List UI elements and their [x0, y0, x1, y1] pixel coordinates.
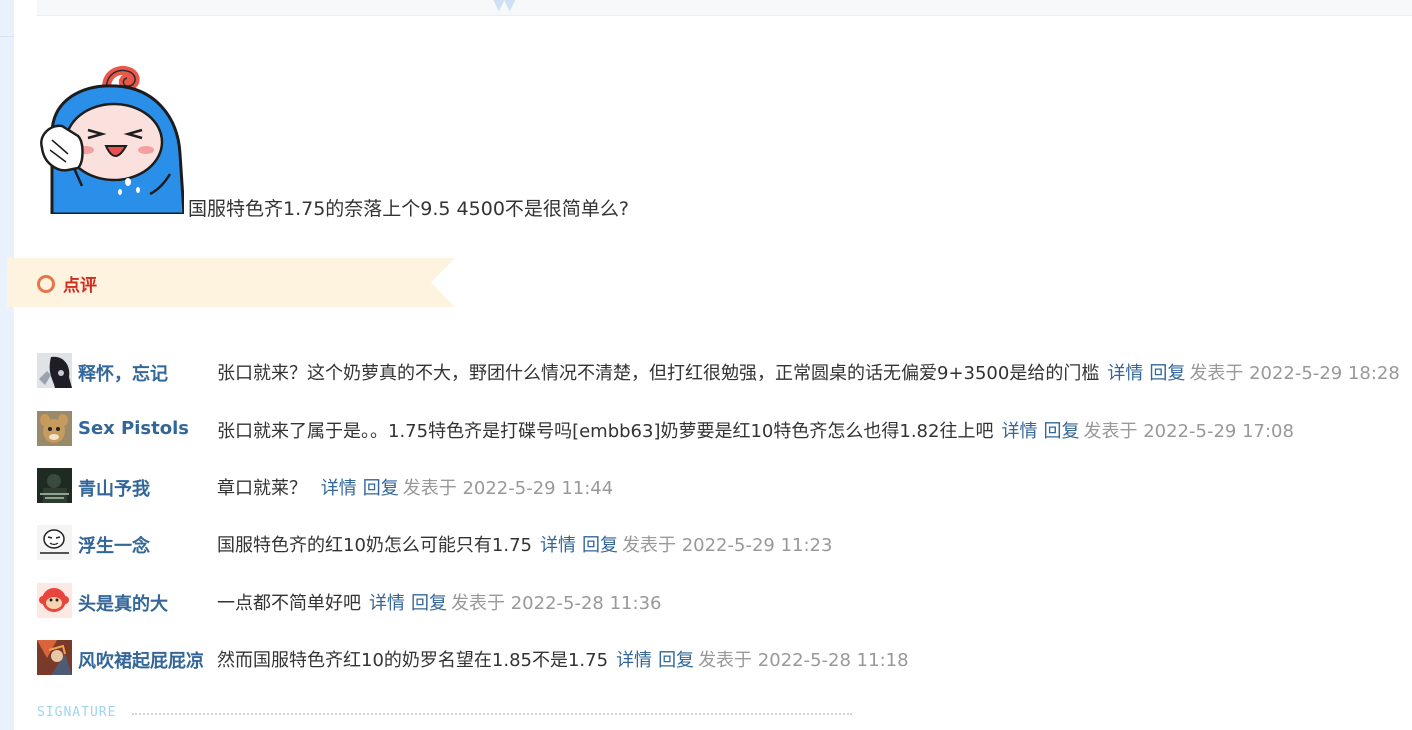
avatar[interactable] [37, 583, 72, 618]
comment-body: 张口就来了属于是。。1.75特色齐是打碟号吗[embb63]奶萝要是红10特色齐… [217, 417, 1294, 443]
comment-username[interactable]: 释怀，忘记 [78, 360, 168, 386]
comment-body: 然而国服特色齐红10的奶罗名望在1.85不是1.75 详情 回复 发表于 2022-5… [217, 646, 909, 672]
avatar[interactable] [37, 353, 72, 388]
avatar[interactable] [37, 525, 72, 560]
double-chevron-icon[interactable]: ▼▼ [492, 0, 517, 14]
detail-link[interactable]: 详情 [616, 650, 652, 671]
comment-username[interactable]: 浮生一念 [78, 532, 150, 558]
avatar[interactable] [37, 640, 72, 675]
comment-row: 风吹裙起屁屁凉 然而国服特色齐红10的奶罗名望在1.85不是1.75 详情 回复 发表… [37, 640, 1412, 676]
comment-row: 浮生一念 国服特色齐的红10奶怎么可能只有1.75 详情 回复 发表于 2022-5-… [37, 525, 1412, 561]
comment-text: 章口就莱？ [217, 478, 313, 499]
signature-label: SIGNATURE [37, 705, 117, 720]
reply-link[interactable]: 回复 [411, 593, 447, 614]
comment-username[interactable]: 风吹裙起屁屁凉 [78, 647, 204, 673]
post-text: 国服特色齐1.75的奈落上个9.5 4500不是很简单么? [188, 198, 629, 220]
comment-time: 发表于 2022-5-29 11:23 [621, 535, 833, 556]
comment-time: 发表于 2022-5-28 11:18 [698, 650, 909, 671]
comment-text: 张口就来了属于是。。1.75特色齐是打碟号吗[embb63]奶萝要是红10特色齐… [217, 421, 994, 442]
comment-text: 然而国服特色齐红10的奶罗名望在1.85不是1.75 [217, 650, 609, 671]
reply-link[interactable]: 回复 [1149, 363, 1185, 384]
comment-username[interactable]: Sex Pistols [78, 418, 189, 439]
comment-row: 青山予我 章口就莱？ 详情 回复 发表于 2022-5-29 11:44 [37, 468, 1412, 504]
reply-link[interactable]: 回复 [363, 478, 399, 499]
top-bar: ▼▼ [37, 0, 1412, 16]
comment-body: 国服特色齐的红10奶怎么可能只有1.75 详情 回复 发表于 2022-5-29 11… [217, 531, 832, 557]
comment-body: 一点都不简单好吧 详情 回复 发表于 2022-5-28 11:36 [217, 589, 661, 615]
reply-link[interactable]: 回复 [658, 650, 694, 671]
comment-text: 国服特色齐的红10奶怎么可能只有1.75 [217, 535, 532, 556]
comment-row: 头是真的大 一点都不简单好吧 详情 回复 发表于 2022-5-28 11:36 [37, 583, 1412, 619]
comment-username[interactable]: 青山予我 [78, 475, 150, 501]
comment-body: 张口就来？这个奶萝真的不大，野团什么情况不清楚，但打红很勉强，正常圆桌的话无偏爱… [217, 359, 1400, 385]
comment-section-header: 点评 [7, 258, 455, 307]
comment-body: 章口就莱？ 详情 回复 发表于 2022-5-29 11:44 [217, 474, 613, 500]
signature-divider [132, 713, 852, 715]
comment-row: Sex Pistols 张口就来了属于是。。1.75特色齐是打碟号吗[embb6… [37, 411, 1412, 447]
detail-link[interactable]: 详情 [369, 593, 405, 614]
comment-username[interactable]: 头是真的大 [78, 590, 168, 616]
sticker-image [38, 64, 186, 216]
left-rail-divider [0, 36, 14, 37]
comment-time: 发表于 2022-5-29 18:28 [1189, 363, 1400, 384]
detail-link[interactable]: 详情 [321, 478, 357, 499]
avatar[interactable] [37, 468, 72, 503]
comment-row: 释怀，忘记 张口就来？这个奶萝真的不大，野团什么情况不清楚，但打红很勉强，正常圆… [37, 353, 1412, 389]
circle-icon [37, 275, 55, 293]
detail-link[interactable]: 详情 [540, 535, 576, 556]
reply-link[interactable]: 回复 [582, 535, 618, 556]
reply-link[interactable]: 回复 [1043, 421, 1079, 442]
comment-text: 一点都不简单好吧 [217, 593, 361, 614]
avatar[interactable] [37, 411, 72, 446]
comment-time: 发表于 2022-5-29 11:44 [402, 478, 614, 499]
comment-time: 发表于 2022-5-29 17:08 [1083, 421, 1294, 442]
left-rail [0, 0, 14, 730]
detail-link[interactable]: 详情 [1001, 421, 1037, 442]
comment-section-title: 点评 [63, 276, 97, 296]
comment-time: 发表于 2022-5-28 11:36 [451, 593, 662, 614]
comment-text: 张口就来？这个奶萝真的不大，野团什么情况不清楚，但打红很勉强，正常圆桌的话无偏爱… [217, 363, 1100, 384]
detail-link[interactable]: 详情 [1107, 363, 1143, 384]
